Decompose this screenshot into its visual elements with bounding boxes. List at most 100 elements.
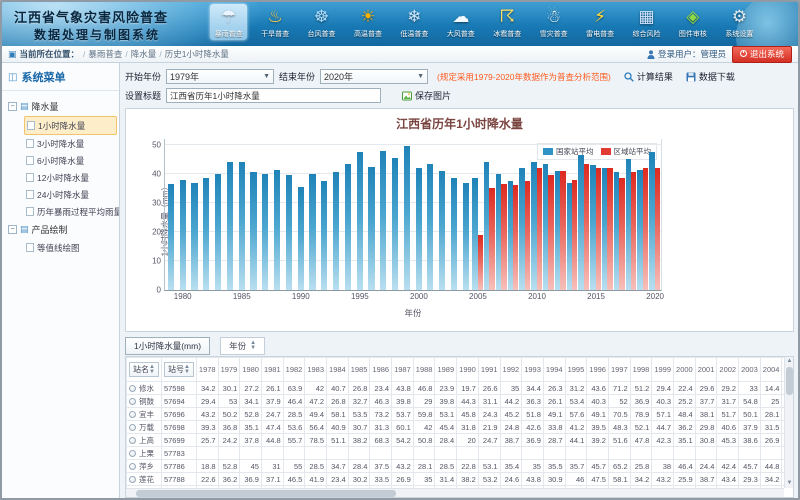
calculate-button[interactable]: 计算结果 xyxy=(624,70,673,83)
end-year-select[interactable]: 2020年▼ xyxy=(320,69,428,84)
bar-national-1999[interactable] xyxy=(404,146,410,290)
breadcrumb-item[interactable]: 暴雨普查 xyxy=(88,49,122,59)
sidebar-item-12小时降水量[interactable]: 12小时降水量 xyxy=(24,169,117,186)
bar-regional-2012[interactable] xyxy=(560,171,565,290)
radio-icon[interactable] xyxy=(129,450,136,457)
bar-national-2000[interactable] xyxy=(416,168,422,290)
bar-national-1980[interactable] xyxy=(180,180,186,290)
year-sort-select[interactable]: 年份 ▲▼ xyxy=(220,337,265,355)
vertical-scrollbar[interactable]: ▲ ▼ xyxy=(784,357,793,488)
bar-national-1993[interactable] xyxy=(333,172,339,290)
metric-button[interactable]: 1小时降水量(mm) xyxy=(125,337,210,355)
bar-national-1995[interactable] xyxy=(357,152,363,290)
download-button[interactable]: 数据下载 xyxy=(686,70,735,83)
bar-regional-2015[interactable] xyxy=(596,168,601,290)
station-name-cell[interactable]: 铜鼓 xyxy=(127,395,162,408)
breadcrumb-item[interactable]: 降水量 xyxy=(131,49,157,59)
bar-regional-2013[interactable] xyxy=(572,180,577,290)
bar-national-1998[interactable] xyxy=(392,158,398,290)
radio-icon[interactable] xyxy=(129,463,136,470)
bar-national-2004[interactable] xyxy=(463,183,469,290)
bar-national-1983[interactable] xyxy=(215,174,221,290)
bar-regional-2011[interactable] xyxy=(548,175,553,290)
bar-regional-2006[interactable] xyxy=(489,188,494,290)
sidebar-item-等值线绘图[interactable]: 等值线绘图 xyxy=(24,239,117,256)
bar-national-1984[interactable] xyxy=(227,162,233,290)
toolbar-item-暴雨普查[interactable]: ☂暴雨普查 xyxy=(210,4,247,40)
save-image-button[interactable]: 保存图片 xyxy=(402,89,451,102)
bar-regional-2014[interactable] xyxy=(584,164,589,290)
station-name-sort[interactable]: 站名▲▼ xyxy=(129,362,159,377)
toolbar-item-大风普查[interactable]: ☁大风普查 xyxy=(442,4,479,40)
bar-national-1992[interactable] xyxy=(321,181,327,290)
bar-national-1985[interactable] xyxy=(239,162,245,290)
logout-button[interactable]: 退出系统 xyxy=(732,46,792,63)
bar-regional-2008[interactable] xyxy=(513,185,518,290)
bar-regional-2018[interactable] xyxy=(631,172,636,290)
bar-national-2003[interactable] xyxy=(451,178,457,290)
toolbar-item-高温普查[interactable]: ☀高温普查 xyxy=(349,4,386,40)
bar-national-1997[interactable] xyxy=(380,151,386,290)
bar-national-2001[interactable] xyxy=(427,164,433,290)
toolbar-item-系统设置[interactable]: ⚙系统设置 xyxy=(721,4,758,40)
sidebar-item-1小时降水量[interactable]: 1小时降水量 xyxy=(24,116,117,135)
bar-national-1991[interactable] xyxy=(309,174,315,290)
sidebar-group-降水量[interactable]: −▤降水量 xyxy=(8,97,117,116)
expander-icon[interactable]: − xyxy=(8,225,17,234)
scroll-down-icon[interactable]: ▼ xyxy=(785,479,794,488)
toolbar-item-综合风险[interactable]: ▦综合风险 xyxy=(628,4,665,40)
toolbar-item-雷电普查[interactable]: ⚡雷电普查 xyxy=(581,4,618,40)
toolbar-item-干旱普查[interactable]: ♨干旱普查 xyxy=(256,4,293,40)
station-name-cell[interactable]: 修水 xyxy=(127,382,162,395)
toolbar-item-冰雹普查[interactable]: ☈冰雹普查 xyxy=(489,4,526,40)
bar-national-1988[interactable] xyxy=(274,170,280,291)
station-name-cell[interactable]: 上高 xyxy=(127,434,162,447)
bar-regional-2017[interactable] xyxy=(619,178,624,290)
station-name-cell[interactable]: 莲花 xyxy=(127,473,162,486)
bar-national-1987[interactable] xyxy=(262,174,268,290)
bar-national-1990[interactable] xyxy=(298,187,304,290)
bar-regional-2016[interactable] xyxy=(607,168,612,290)
toolbar-item-图件审核[interactable]: ◈图件审核 xyxy=(674,4,711,40)
bar-national-1981[interactable] xyxy=(191,183,197,290)
toolbar-item-台风普查[interactable]: ☸台风普查 xyxy=(303,4,340,40)
toolbar-item-雪灾普查[interactable]: ☃雪灾普查 xyxy=(535,4,572,40)
station-name-cell[interactable]: 上栗 xyxy=(127,447,162,460)
bar-regional-2005[interactable] xyxy=(478,235,483,290)
radio-icon[interactable] xyxy=(129,411,136,418)
bar-national-1979[interactable] xyxy=(168,184,174,290)
sidebar-item-24小时降水量[interactable]: 24小时降水量 xyxy=(24,186,117,203)
station-name-cell[interactable]: 萍乡 xyxy=(127,460,162,473)
bar-regional-2010[interactable] xyxy=(537,168,542,290)
chart-title-input[interactable] xyxy=(166,88,381,103)
radio-icon[interactable] xyxy=(129,398,136,405)
sidebar-item-历年暴雨过程平均雨量[interactable]: 历年暴雨过程平均雨量 xyxy=(24,203,117,220)
radio-icon[interactable] xyxy=(129,385,136,392)
bar-regional-2007[interactable] xyxy=(501,184,506,290)
scroll-up-icon[interactable]: ▲ xyxy=(785,357,794,366)
radio-icon[interactable] xyxy=(129,476,136,483)
bar-national-2002[interactable] xyxy=(439,171,445,290)
bar-national-1996[interactable] xyxy=(368,167,374,290)
bar-regional-2009[interactable] xyxy=(525,181,530,290)
breadcrumb-item[interactable]: 历史1小时降水量 xyxy=(165,49,229,59)
radio-icon[interactable] xyxy=(129,437,136,444)
table-scroll-area[interactable]: 站名▲▼站号▲▼19781979198019811982198319841985… xyxy=(126,357,784,488)
station-name-cell[interactable]: 万载 xyxy=(127,421,162,434)
bar-regional-2019[interactable] xyxy=(643,168,648,290)
expander-icon[interactable]: − xyxy=(8,102,17,111)
station-id-sort[interactable]: 站号▲▼ xyxy=(164,362,194,377)
sidebar-item-6小时降水量[interactable]: 6小时降水量 xyxy=(24,152,117,169)
station-name-cell[interactable]: 宜丰 xyxy=(127,408,162,421)
bar-national-1994[interactable] xyxy=(345,164,351,290)
start-year-select[interactable]: 1979年▼ xyxy=(166,69,274,84)
horizontal-scroll-thumb[interactable] xyxy=(136,490,396,497)
bar-regional-2020[interactable] xyxy=(655,168,660,290)
sidebar-group-产品绘制[interactable]: −▤产品绘制 xyxy=(8,220,117,239)
horizontal-scrollbar[interactable] xyxy=(126,488,784,497)
sidebar-item-3小时降水量[interactable]: 3小时降水量 xyxy=(24,135,117,152)
bar-national-1989[interactable] xyxy=(286,175,292,290)
vertical-scroll-thumb[interactable] xyxy=(786,367,793,395)
bar-national-1982[interactable] xyxy=(203,178,209,290)
radio-icon[interactable] xyxy=(129,424,136,431)
